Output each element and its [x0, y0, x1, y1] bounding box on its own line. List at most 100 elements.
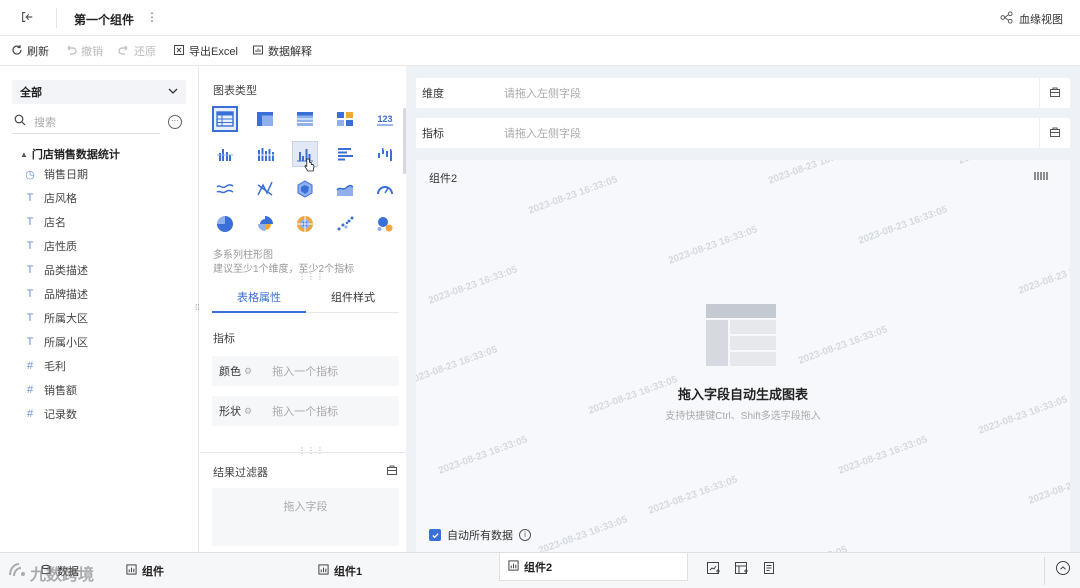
collapse-up-icon[interactable] [1056, 561, 1070, 575]
data-explain-icon [252, 44, 264, 59]
block-grid-icon[interactable] [332, 106, 358, 132]
refresh-button[interactable]: 刷新 [11, 36, 49, 66]
stacked-bar-icon[interactable] [252, 141, 278, 167]
field-label: 品类描述 [44, 265, 88, 277]
text-field-icon: T [26, 264, 34, 276]
checkbox-checked-icon [429, 529, 441, 541]
data-explain-button[interactable]: 数据解释 [252, 36, 312, 66]
shape-label: 形状 [219, 406, 241, 418]
section-divider [200, 452, 406, 453]
redo-button[interactable]: 还原 [118, 36, 156, 66]
dataset-node[interactable]: ▲ 门店销售数据统计 [20, 146, 120, 162]
tab-component-0[interactable]: 组件 [126, 553, 164, 588]
metric-shelf-icon[interactable] [1040, 126, 1070, 141]
watermark: 2023-08-23 16:33:05 [666, 224, 760, 267]
scatter-plot-icon[interactable] [332, 211, 358, 237]
line-chart-icon[interactable] [212, 176, 238, 202]
field-panel: 全部 搜索 ··· ▲ 门店销售数据统计 ◷ 销售日期 T 店风格 T 店名 T 店性质 T 品类… [0, 66, 199, 552]
field-item[interactable]: T 品类描述 [24, 258, 88, 282]
search-input[interactable]: 搜索 [34, 114, 56, 130]
cross-table-icon[interactable] [252, 106, 278, 132]
color-drop-zone[interactable]: 颜色 ⚙ 拖入一个指标 [212, 356, 399, 386]
page-title: 第一个组件 [74, 13, 135, 27]
area-chart-icon[interactable] [332, 176, 358, 202]
watermark: 2023-08-23 16:33:05 [426, 264, 520, 307]
chevron-down-icon [168, 86, 178, 99]
drag-handle-icon[interactable]: ⋮⋮⋮ [298, 272, 325, 281]
svg-text:123: 123 [377, 114, 392, 124]
bottom-tab-bar: 数据 九数跨境 组件 组件1 组件2 [0, 552, 1080, 588]
watermark: 2023-08-23 16:33:05 [757, 544, 849, 552]
field-item[interactable]: T 所属小区 [24, 330, 88, 354]
more-options-icon[interactable]: ··· [168, 115, 182, 129]
result-filter-drop-zone[interactable]: 拖入字段 [212, 488, 399, 546]
dimension-shelf[interactable]: 维度 请拖入左侧字段 [416, 78, 1070, 108]
shape-placeholder: 拖入一个指标 [272, 406, 339, 418]
rose-chart-icon[interactable] [252, 211, 278, 237]
add-component-icon[interactable] [706, 561, 720, 578]
radar-icon[interactable] [292, 176, 318, 202]
panel-resize-handle[interactable]: ⁞⁞ [195, 303, 199, 312]
more-icon[interactable]: ⋮ [146, 10, 158, 24]
metric-shelf[interactable]: 指标 请拖入左侧字段 [416, 118, 1070, 148]
show-all-data-checkbox[interactable]: 自动所有数据 i [429, 527, 531, 543]
drag-handle-icon[interactable]: ⋮⋮⋮ [298, 446, 325, 455]
shape-drop-zone[interactable]: 形状 ⚙ 拖入一个指标 [212, 396, 399, 426]
number-field-icon: # [26, 360, 34, 372]
field-item[interactable]: T 所属大区 [24, 306, 88, 330]
color-placeholder: 拖入一个指标 [272, 366, 339, 378]
show-all-data-label: 自动所有数据 [447, 530, 513, 542]
number-field-icon: # [26, 384, 34, 396]
pie-chart-icon[interactable] [212, 211, 238, 237]
chart-icon [318, 564, 329, 578]
waterfall-icon[interactable] [372, 141, 398, 167]
field-label: 销售额 [44, 385, 77, 397]
watermark: 2023-08-23 16:33:05 [436, 434, 530, 477]
component-settings-icon[interactable] [1034, 170, 1048, 185]
canvas-area: 维度 请拖入左侧字段 指标 请拖入左侧字段 组件2 2023-08-23 16:… [406, 66, 1080, 552]
hand-cursor-icon [304, 158, 315, 176]
sunburst-icon[interactable] [292, 211, 318, 237]
kpi-number-icon[interactable]: 123 [372, 106, 398, 132]
gauge-icon[interactable] [372, 176, 398, 202]
tab-component-1[interactable]: 组件1 [318, 553, 362, 588]
toolbar: 刷新 撤销 还原 导出Excel 数据解释 [0, 36, 1080, 66]
add-report-icon[interactable] [762, 561, 776, 578]
field-item[interactable]: # 记录数 [24, 402, 77, 426]
table-icon[interactable] [212, 106, 238, 132]
scope-select[interactable]: 全部 [12, 80, 186, 104]
tab-component-2[interactable]: 组件2 [499, 553, 688, 581]
scatter-line-icon[interactable] [252, 176, 278, 202]
field-item[interactable]: T 店风格 [24, 186, 77, 210]
result-filter-icon[interactable] [386, 464, 398, 479]
add-table-icon[interactable] [734, 561, 748, 578]
field-item[interactable]: # 销售额 [24, 378, 77, 402]
detail-table-icon[interactable] [292, 106, 318, 132]
dimension-shelf-icon[interactable] [1040, 86, 1070, 101]
field-item[interactable]: T 店性质 [24, 234, 77, 258]
export-excel-button[interactable]: 导出Excel [173, 36, 238, 66]
info-icon[interactable]: i [519, 529, 531, 541]
divider [1044, 557, 1045, 585]
chart-icon [508, 559, 519, 574]
caret-down-icon: ▲ [20, 149, 28, 159]
lineage-view-button[interactable]: 血缘视图 [1000, 11, 1063, 27]
grouped-bar-icon[interactable] [212, 141, 238, 167]
tab-component-style[interactable]: 组件样式 [306, 288, 400, 313]
tab-table-properties[interactable]: 表格属性 [212, 288, 306, 313]
chart-config-panel: 图表类型 123 多系列柱形图 建议至少1个维度，至少2个指标 ⋮⋮⋮ 表格属性… [200, 66, 406, 552]
horizontal-bar-icon[interactable] [332, 141, 358, 167]
text-field-icon: T [26, 240, 34, 252]
field-item[interactable]: # 毛利 [24, 354, 66, 378]
date-field-icon: ◷ [25, 168, 35, 181]
search-box[interactable]: 搜索 [12, 110, 160, 134]
field-label: 店性质 [44, 241, 77, 253]
component-card: 组件2 2023-08-23 16:33:05 2023-08-23 16:33:… [416, 160, 1070, 552]
bubble-chart-icon[interactable] [372, 211, 398, 237]
undo-button[interactable]: 撤销 [65, 36, 103, 66]
exit-icon[interactable] [20, 10, 36, 26]
field-item[interactable]: T 品牌描述 [24, 282, 88, 306]
field-item[interactable]: T 店名 [24, 210, 66, 234]
text-field-icon: T [26, 216, 34, 228]
field-item[interactable]: ◷ 销售日期 [24, 162, 88, 186]
